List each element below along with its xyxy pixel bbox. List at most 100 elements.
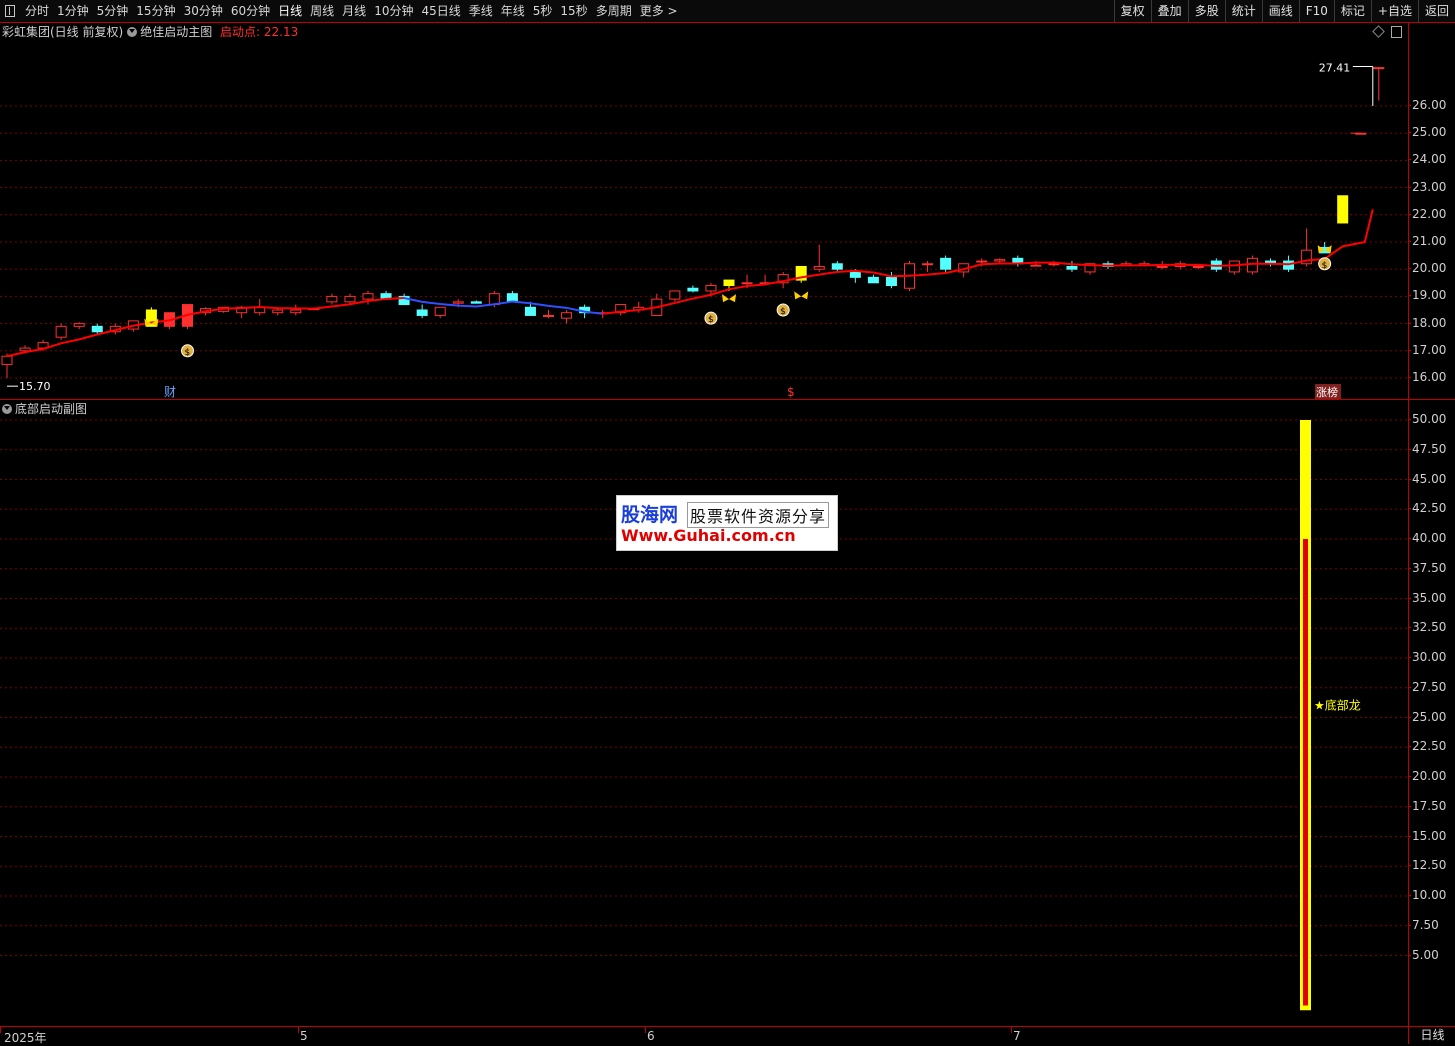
candle-body	[55, 325, 67, 338]
period-tab[interactable]: 月线	[338, 0, 370, 22]
period-tab[interactable]: 季线	[465, 0, 497, 22]
axis-tick-label: 22.00	[1407, 206, 1447, 221]
tool-button[interactable]: 标记	[1333, 0, 1371, 22]
candlestick	[1228, 260, 1240, 275]
candlestick	[651, 293, 663, 316]
axis-tick-label: 35.00	[1407, 590, 1447, 605]
candle-body	[434, 306, 446, 316]
axis-tick-label: 37.50	[1407, 560, 1447, 575]
axis-tick-label: 17.00	[1407, 342, 1447, 357]
axis-tick-label: 50.00	[1407, 412, 1447, 426]
candlestick	[290, 304, 302, 316]
period-tab[interactable]: 周线	[306, 0, 338, 22]
butterfly-wings	[794, 291, 809, 300]
period-tab[interactable]: 45日线	[417, 0, 464, 22]
candle-body	[922, 263, 934, 266]
layout-icon[interactable]	[5, 5, 15, 17]
period-tab[interactable]: 5分钟	[93, 0, 133, 22]
period-tab[interactable]: 分时	[21, 0, 53, 22]
candle-body	[91, 325, 103, 333]
candle-body	[452, 301, 464, 304]
candlestick	[561, 310, 573, 324]
period-toolbar: 分时 1分钟 5分钟 15分钟 30分钟 60分钟 日线 周线 月线 10分钟 45日线 季线 年线 5秒…	[0, 0, 1455, 23]
candle-body	[524, 306, 536, 316]
candlestick	[470, 300, 482, 304]
candlestick	[434, 306, 446, 319]
candle-body	[290, 309, 302, 314]
period-indicator[interactable]: 日线	[1408, 1027, 1455, 1044]
candlestick	[543, 310, 554, 319]
axis-tick-label: 10.00	[1407, 888, 1447, 902]
low-price-label: 15.70	[19, 380, 51, 393]
period-tab[interactable]: 年线	[497, 0, 529, 22]
butterfly-wings	[722, 294, 736, 303]
candlestick	[669, 290, 681, 302]
candlestick	[55, 323, 67, 340]
period-tab[interactable]: 5秒	[529, 0, 557, 22]
watermark-logo: 股海网 股票软件资源分享 Www.Guhai.com.cn	[616, 495, 838, 551]
candlestick	[416, 304, 428, 319]
period-tab[interactable]: 10分钟	[370, 0, 417, 22]
candle-body	[73, 323, 85, 327]
candle-body	[1030, 264, 1042, 267]
candlestick	[1, 353, 13, 378]
price-chart[interactable]: 27.41 15.70 $ $ $ $ 财 $ 涨榜	[0, 23, 1408, 400]
period-tab[interactable]: 15秒	[556, 0, 591, 22]
candle-body	[1246, 257, 1258, 273]
period-tab[interactable]: 30分钟	[180, 0, 227, 22]
tool-button[interactable]: 画线	[1261, 0, 1299, 22]
date-label-month: 7	[1013, 1029, 1021, 1043]
axis-tick-label: 26.00	[1407, 98, 1447, 112]
watermark-url: Www.Guhai.com.cn	[621, 526, 796, 545]
axis-tick-label: 22.50	[1407, 739, 1447, 754]
money-bag-symbol: $	[185, 348, 191, 358]
axis-tick-label: 25.00	[1407, 709, 1447, 724]
axis-tick-label: 19.00	[1407, 288, 1447, 303]
butterfly-icon	[722, 294, 736, 303]
candle-body	[723, 279, 735, 287]
candle-body	[19, 347, 31, 352]
candle-body	[1156, 265, 1168, 268]
candle-body	[705, 285, 717, 292]
tool-button[interactable]: 复权	[1113, 0, 1151, 22]
candle-body	[1066, 265, 1078, 270]
period-tab[interactable]: 15分钟	[132, 0, 179, 22]
axis-tick-label: 25.00	[1407, 125, 1447, 140]
candle-body	[669, 290, 681, 300]
period-tabs: 分时 1分钟 5分钟 15分钟 30分钟 60分钟 日线 周线 月线 10分钟 45日线 季线 年线 5秒…	[0, 0, 682, 22]
tool-button[interactable]: 多股	[1187, 0, 1225, 22]
money-bag-symbol: $	[1322, 261, 1328, 271]
candlestick	[1337, 195, 1349, 224]
money-bag-icon: $	[776, 303, 790, 317]
candlestick	[1265, 258, 1276, 267]
tool-button[interactable]: +自选	[1370, 0, 1418, 22]
candle-body	[272, 309, 284, 314]
candlestick	[1246, 255, 1258, 275]
axis-tick-label: 20.00	[1407, 769, 1447, 783]
candle-body	[543, 314, 554, 317]
signal-bar-inner	[1303, 539, 1308, 1006]
axis-tick-label: 18.00	[1407, 315, 1447, 330]
candle-body	[344, 295, 356, 303]
candlestick	[1066, 261, 1078, 272]
candle-body	[885, 276, 897, 287]
candle-body	[470, 301, 482, 304]
period-tab[interactable]: 日线	[274, 0, 306, 22]
axis-tick-label: 20.00	[1407, 261, 1447, 276]
period-tab[interactable]: 1分钟	[53, 0, 93, 22]
tool-button[interactable]: F10	[1298, 0, 1334, 22]
candle-body	[687, 287, 699, 292]
period-tab[interactable]: 60分钟	[227, 0, 274, 22]
candle-body	[831, 263, 843, 270]
indicator-chart[interactable]: ★底部龙	[0, 400, 1408, 1026]
candle-body	[849, 271, 861, 278]
candlestick	[831, 261, 843, 272]
period-tab[interactable]: 多周期	[592, 0, 636, 22]
period-tab[interactable]: 更多 >	[636, 0, 682, 22]
axis-tick-label: 21.00	[1407, 234, 1447, 248]
tool-button[interactable]: 统计	[1224, 0, 1262, 22]
tool-button[interactable]: 返回	[1417, 0, 1455, 22]
high-price-label: 27.41	[1319, 62, 1351, 75]
tool-button[interactable]: 叠加	[1150, 0, 1188, 22]
axis-tick-label: 30.00	[1407, 650, 1447, 664]
